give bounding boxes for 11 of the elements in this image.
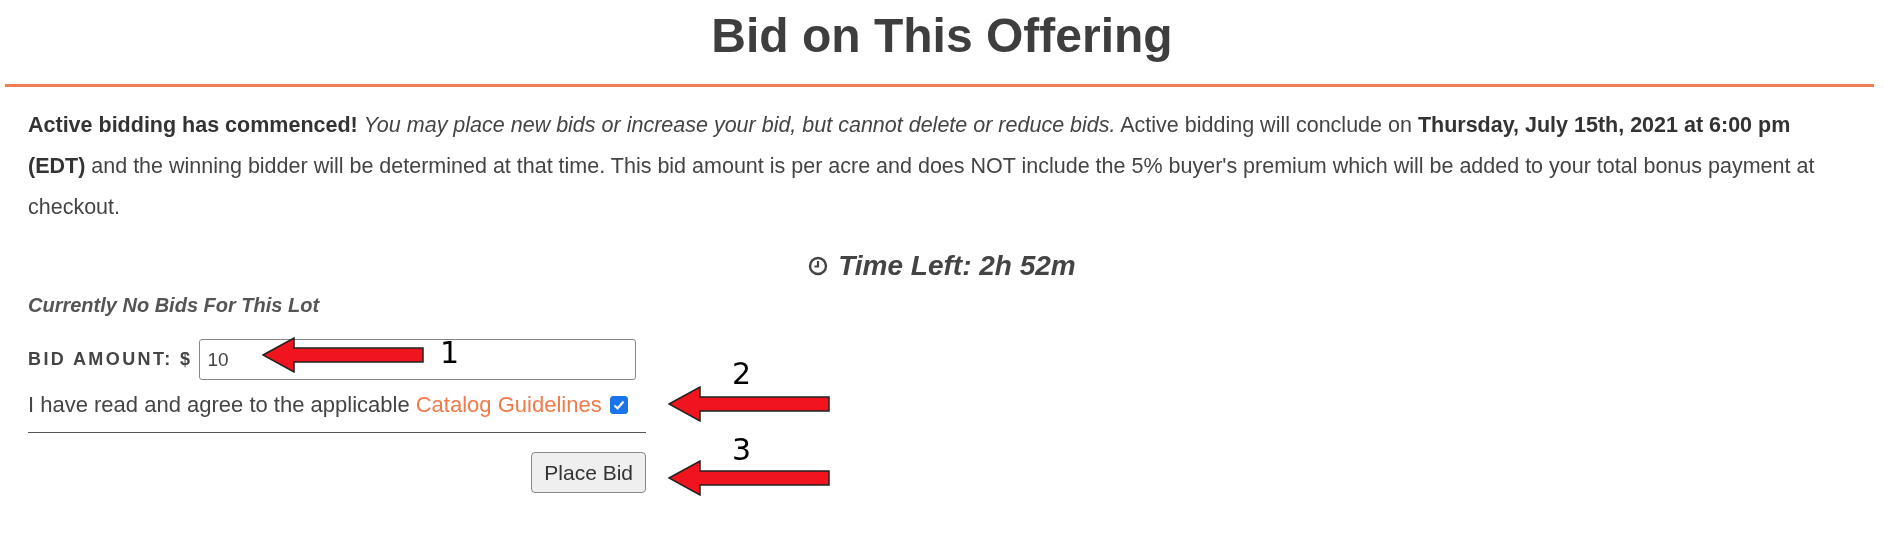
page-title: Bid on This Offering — [710, 8, 1174, 64]
clock-icon — [808, 256, 829, 276]
annotation-number: 3 — [732, 432, 752, 467]
bidding-notice: Active bidding has commenced! You may place new bids or increase your bid, but cannot delete or reduce bids. Active bidding will conclude on Thursday, July 15th, 2021 at 6:00 pm (EDT) and the winning bidder will be determined at that time. This bid amount is per acre and does NOT include the 5% buyer's premium which will be added to your total bonus payment at checkout. — [28, 112, 1816, 221]
agree-checkbox[interactable] — [609, 396, 628, 414]
place-bid-button[interactable]: Place Bid — [531, 452, 646, 493]
bid-amount-label: BID AMOUNT: $ — [28, 349, 193, 370]
agreement-text: I have read and agree to the applicable Catalog Guidelines — [28, 392, 602, 418]
time-left: Time Left: 2h 52m — [838, 250, 1076, 282]
annotation-number: 2 — [732, 356, 752, 391]
bid-status: Currently No Bids For This Lot — [28, 294, 321, 317]
